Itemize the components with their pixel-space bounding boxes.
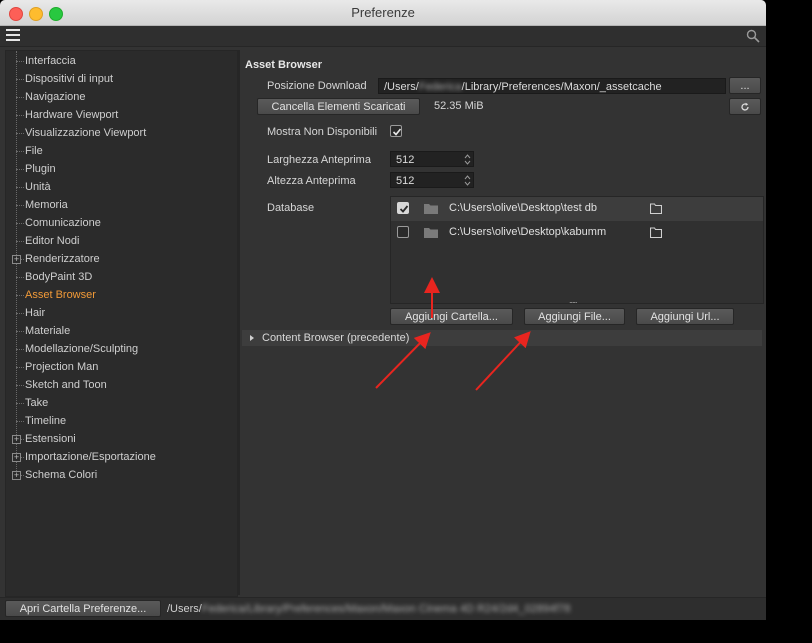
annotation-arrow xyxy=(475,331,531,391)
annotation-arrow xyxy=(375,332,431,389)
annotation-arrows xyxy=(375,277,531,391)
